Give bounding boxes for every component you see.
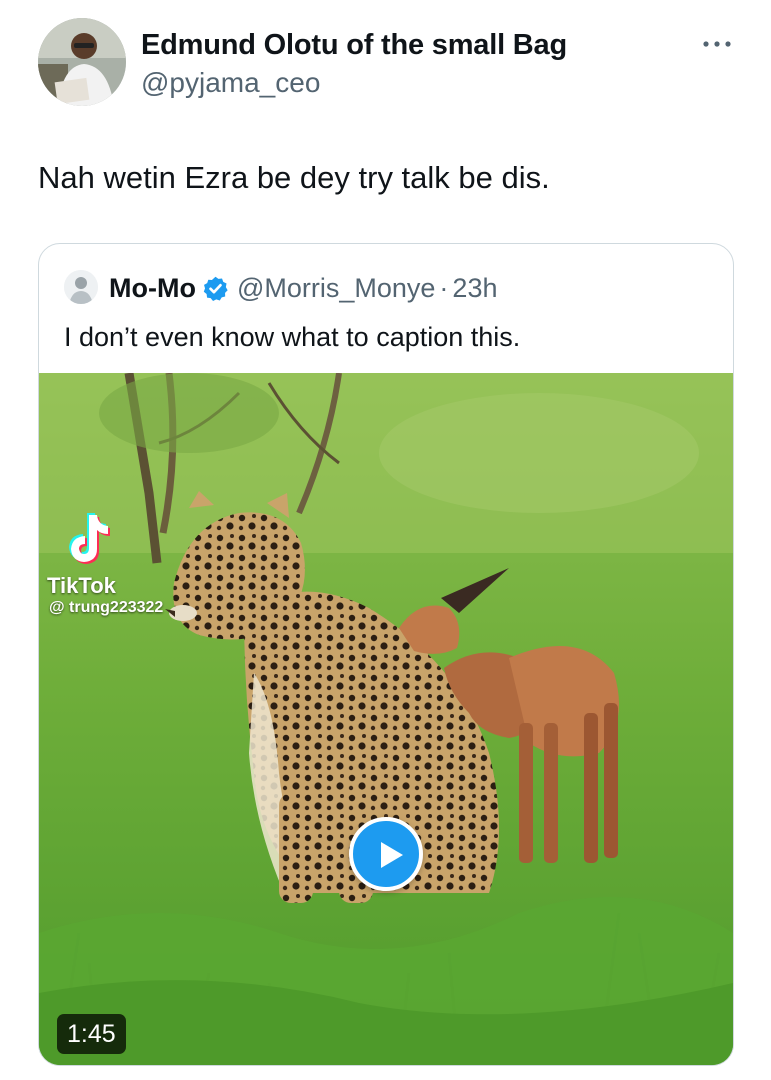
tweet-author: Edmund Olotu of the small Bag @pyjama_ce…: [141, 28, 567, 100]
tweet-text: Nah wetin Ezra be dey try talk be dis.: [38, 160, 550, 195]
author-handle[interactable]: @pyjama_ceo: [141, 66, 567, 100]
author-avatar[interactable]: [38, 18, 126, 106]
ellipsis-icon[interactable]: [700, 34, 734, 54]
quoted-author-name[interactable]: Mo-Mo: [109, 273, 196, 304]
verified-badge-icon: [203, 276, 228, 301]
quoted-timestamp[interactable]: 23h: [452, 273, 497, 304]
video-duration: 1:45: [57, 1014, 126, 1054]
play-button[interactable]: [349, 817, 423, 891]
play-icon: [381, 842, 403, 868]
quoted-tweet-card[interactable]: Mo-Mo @Morris_Monye · 23h I don’t even k…: [38, 243, 734, 1066]
tiktok-username: @ trung223322: [49, 599, 164, 616]
tiktok-logo-icon: [63, 511, 111, 567]
author-name[interactable]: Edmund Olotu of the small Bag: [141, 28, 567, 62]
quoted-header: Mo-Mo @Morris_Monye · 23h: [109, 270, 497, 306]
quoted-text: I don’t even know what to caption this.: [64, 322, 521, 352]
video-player[interactable]: TikTok @ trung223322 1:45: [39, 373, 733, 1065]
quoted-author-avatar[interactable]: [64, 270, 98, 304]
separator-dot: ·: [439, 272, 449, 303]
quoted-author-handle[interactable]: @Morris_Monye: [237, 273, 435, 304]
tiktok-watermark: TikTok: [47, 573, 116, 598]
video-thumbnail: [39, 373, 733, 1065]
